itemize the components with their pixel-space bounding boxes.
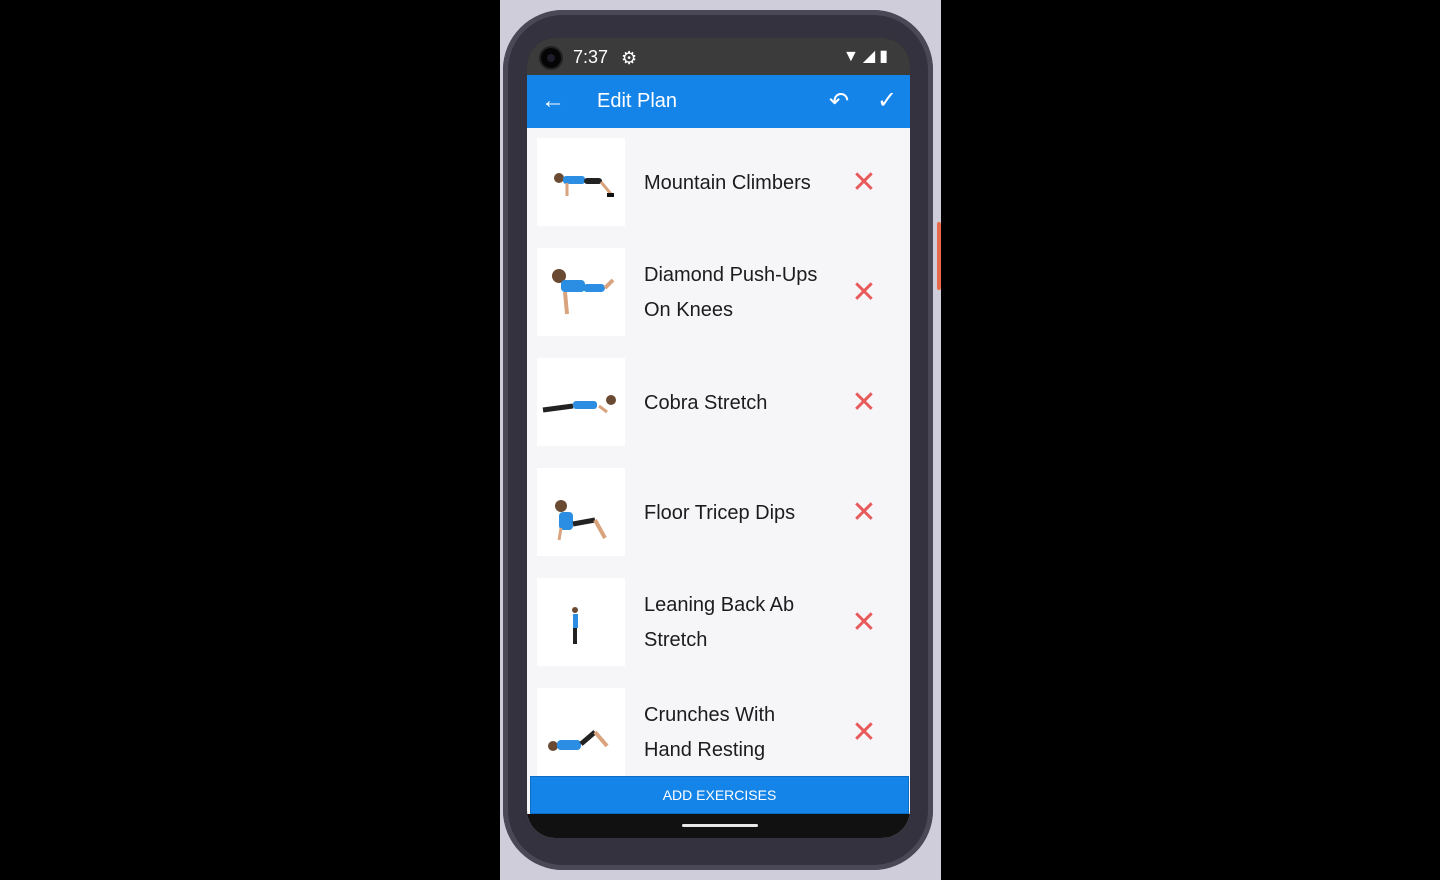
- exercise-thumbnail: [537, 358, 625, 446]
- list-item[interactable]: Leaning Back Ab Stretch ✕: [527, 568, 910, 678]
- arrow-left-icon[interactable]: ←: [541, 87, 565, 115]
- close-icon[interactable]: ✕: [847, 276, 881, 310]
- check-icon[interactable]: ✓: [877, 86, 897, 115]
- page-title: Edit Plan: [597, 90, 678, 112]
- list-item[interactable]: Floor Tricep Dips ✕: [527, 458, 910, 568]
- exercise-name: Mountain Climbers: [644, 172, 811, 194]
- add-exercises-button[interactable]: ADD EXERCISES: [530, 776, 909, 814]
- status-time: 7:37: [573, 47, 609, 67]
- exercise-name-line2: Stretch: [644, 629, 708, 651]
- status-icons: ▼◢▮: [843, 46, 892, 66]
- exercise-list: Mountain Climbers ✕ Diamond Push-Ups On …: [527, 128, 910, 838]
- exercise-name: Floor Tricep Dips: [644, 502, 796, 524]
- list-item[interactable]: Crunches With Hand Resting ✕: [527, 678, 910, 788]
- list-item[interactable]: Cobra Stretch ✕: [527, 348, 910, 458]
- close-icon[interactable]: ✕: [847, 716, 881, 750]
- exercise-thumbnail: [537, 688, 625, 776]
- close-icon[interactable]: ✕: [847, 606, 881, 640]
- signal-icon: ◢: [862, 48, 880, 65]
- exercise-name: Cobra Stretch: [644, 392, 768, 414]
- phone-side-button: [937, 222, 941, 290]
- exercise-name: Leaning Back Ab: [644, 594, 795, 616]
- home-indicator[interactable]: [682, 824, 758, 827]
- exercise-name-line2: Hand Resting: [644, 739, 766, 761]
- phone-screen: 7:37 ⚙ ▼◢▮ ← Edit Plan ↶ ✓ Mountain Clim: [527, 38, 910, 838]
- close-icon[interactable]: ✕: [847, 496, 881, 530]
- exercise-thumbnail: [537, 468, 625, 556]
- battery-icon: ▮: [879, 48, 892, 65]
- gear-icon: ⚙: [621, 48, 638, 68]
- exercise-thumbnail: [537, 138, 625, 226]
- exercise-name: Crunches With: [644, 704, 776, 726]
- close-icon[interactable]: ✕: [847, 166, 881, 200]
- navigation-bar: [527, 814, 910, 838]
- undo-icon[interactable]: ↶: [829, 87, 849, 116]
- app-bar: ← Edit Plan ↶ ✓: [527, 75, 910, 128]
- list-item[interactable]: Mountain Climbers ✕: [527, 128, 910, 238]
- list-item[interactable]: Diamond Push-Ups On Knees ✕: [527, 238, 910, 348]
- front-camera: [541, 48, 561, 68]
- close-icon[interactable]: ✕: [847, 386, 881, 420]
- wifi-icon: ▼: [843, 48, 863, 65]
- exercise-name: Diamond Push-Ups: [644, 264, 818, 286]
- exercise-thumbnail: [537, 578, 625, 666]
- exercise-name-line2: On Knees: [644, 299, 733, 321]
- status-bar: 7:37 ⚙ ▼◢▮: [527, 38, 910, 75]
- exercise-thumbnail: [537, 248, 625, 336]
